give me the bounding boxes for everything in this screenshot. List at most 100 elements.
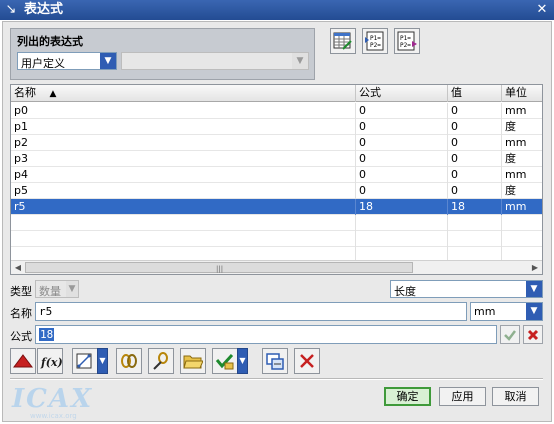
folder-icon [183,355,203,369]
delete-expression-button[interactable] [10,348,36,374]
formula-label: 公式 [10,330,32,343]
chevron-down-icon[interactable]: ▼ [526,303,542,320]
type-value: 数量 [39,285,61,298]
expression-filter-dropdown[interactable]: 用户定义 ▼ [17,52,117,70]
cell-name: p3 [11,151,356,167]
link-expression-icon [121,354,137,368]
scrollbar-thumb[interactable]: ||| [25,262,413,273]
edit-link-button[interactable] [148,348,174,374]
sort-ascending-icon: ▲ [49,89,57,99]
spreadsheet-edit-button[interactable] [330,28,356,54]
close-icon[interactable]: ✕ [534,2,550,18]
chevron-down-icon[interactable]: ▼ [237,348,248,374]
delete-button[interactable] [294,348,320,374]
cell-formula: 0 [356,167,448,183]
cell-unit: mm [505,104,527,117]
type-label: 类型 [10,285,32,298]
column-header-name[interactable]: 名称 ▲ [11,85,356,102]
accept-formula-button[interactable] [500,325,520,344]
table-row-selected[interactable]: r5 18 18 mm [11,199,542,215]
apply-button[interactable]: 应用 [439,387,486,406]
cell-value: 0 [448,103,502,119]
name-label: 名称 [10,307,32,320]
link-expression-button[interactable] [116,348,142,374]
svg-text:P2=: P2= [400,42,411,49]
svg-text:f(x): f(x) [40,356,62,369]
window-title: 表达式 [24,2,64,17]
table-row[interactable]: p1 0 0 度 [11,119,542,135]
import-button[interactable] [180,348,206,374]
system-menu-icon[interactable]: ↘ [3,2,19,18]
ok-button[interactable]: 确定 [384,387,431,406]
cell-name: p4 [11,167,356,183]
chevron-down-icon[interactable]: ▼ [97,348,108,374]
column-header-value[interactable]: 值 [448,85,502,102]
scroll-right-icon[interactable]: ▶ [528,261,542,274]
filter-label: 列出的表达式 [17,35,83,48]
create-interpart-button[interactable] [262,348,288,374]
accept-edit-icon [215,353,234,370]
edit-link-icon [153,352,168,370]
horizontal-scrollbar[interactable]: ◀ ||| ▶ [11,260,542,274]
cell-unit: mm [505,168,527,181]
formula-input-value: 18 [39,328,55,341]
column-header-formula[interactable]: 公式 [356,85,448,102]
cell-formula: 0 [356,183,448,199]
close-icon [527,329,539,341]
column-header-unit[interactable]: 单位 [502,85,542,102]
measure-distance-button[interactable] [72,348,98,374]
scroll-left-icon[interactable]: ◀ [11,261,25,274]
watermark-url: www.icax.org [30,412,77,420]
table-row[interactable]: p3 0 0 度 [11,151,542,167]
cell-name: r5 [11,199,356,215]
cell-formula: 0 [356,151,448,167]
accept-edit-button[interactable] [212,348,238,374]
measure-distance-icon [76,353,92,369]
separator [10,378,543,380]
cell-unit: mm [505,200,527,213]
chevron-down-icon[interactable]: ▼ [100,53,116,69]
function-button[interactable]: f(x) [37,348,63,374]
filter-panel: 列出的表达式 用户定义 ▼ ▼ [10,28,315,80]
scroll-grip: ||| [216,265,224,273]
cell-value: 0 [448,119,502,135]
cell-formula: 0 [356,135,448,151]
dimension-value: 长度 [394,285,416,298]
cell-name: p5 [11,183,356,199]
expression-filter-value: 用户定义 [21,57,65,70]
formula-input[interactable]: 18 [35,325,497,344]
delete-expression-icon [13,354,33,368]
table-row-empty [11,215,542,231]
svg-text:P2=: P2= [370,42,381,49]
cell-unit: mm [505,136,527,149]
dimension-dropdown[interactable]: 长度 ▼ [390,280,543,298]
name-input-value: r5 [39,305,53,318]
list-expressions-icon: P1= P2= [397,31,417,51]
cell-formula: 18 [356,199,448,215]
cell-value: 0 [448,167,502,183]
list-references-button[interactable]: P1= P2= [362,28,388,54]
cell-value: 18 [448,199,502,215]
table-row[interactable]: p5 0 0 度 [11,183,542,199]
checkmark-icon [504,330,516,341]
chevron-down-icon[interactable]: ▼ [526,281,542,297]
table-header: 名称 ▲ 公式 值 单位 [11,85,542,102]
reject-formula-button[interactable] [523,325,543,344]
svg-text:P1=: P1= [400,35,411,42]
spreadsheet-edit-icon [333,32,352,50]
unit-value: mm [474,305,496,318]
unit-dropdown[interactable]: mm ▼ [470,302,543,321]
table-row[interactable]: p0 0 0 mm [11,103,542,119]
list-expressions-button[interactable]: P1= P2= [394,28,420,54]
expressions-table: 名称 ▲ 公式 值 单位 p0 0 0 mm p1 0 0 度 p2 0 0 m… [10,84,543,275]
cell-unit: 度 [505,152,516,165]
table-row[interactable]: p4 0 0 mm [11,167,542,183]
table-row[interactable]: p2 0 0 mm [11,135,542,151]
cell-formula: 0 [356,119,448,135]
delete-icon [300,354,314,368]
cancel-button[interactable]: 取消 [492,387,539,406]
chevron-down-icon: ▼ [66,281,78,297]
function-icon: f(x) [40,356,62,369]
cell-value: 0 [448,135,502,151]
name-input[interactable]: r5 [35,302,467,321]
